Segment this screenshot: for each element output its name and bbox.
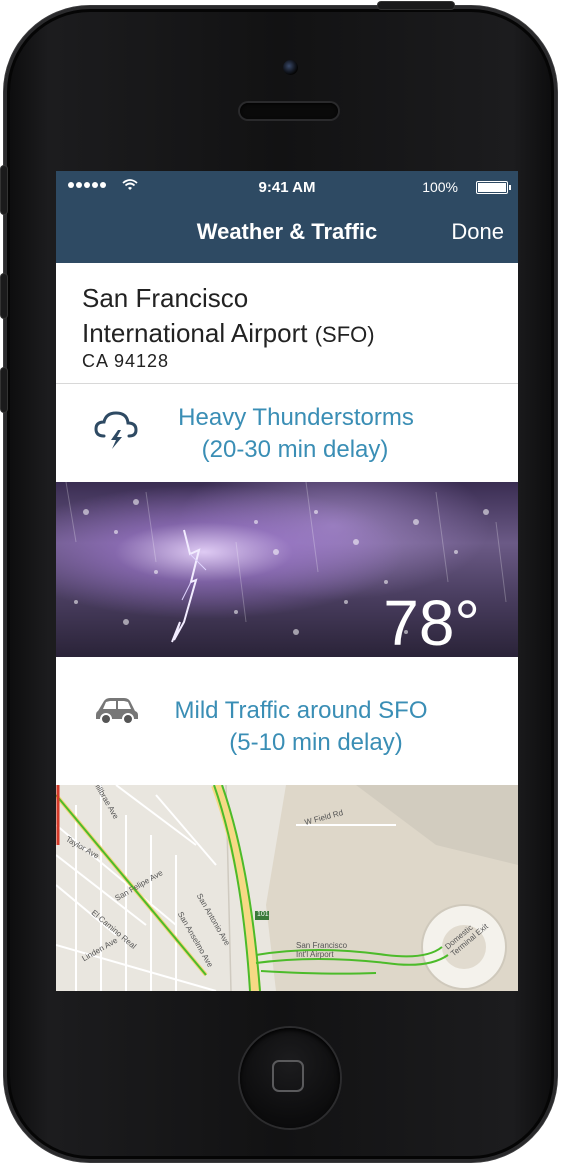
home-button[interactable] bbox=[240, 1028, 340, 1128]
traffic-delay: (5-10 min delay) bbox=[229, 729, 403, 756]
airport-code: (SFO) bbox=[314, 322, 375, 347]
done-button[interactable]: Done bbox=[451, 219, 504, 245]
volume-up-button bbox=[1, 274, 7, 318]
power-button bbox=[378, 2, 454, 9]
navigation-bar: 9:41 AM 100% Weather & Traffic Done bbox=[56, 171, 518, 263]
airport-name: San Francisco International Airport (SFO… bbox=[82, 281, 502, 352]
airport-name-line2-text: International Airport bbox=[82, 318, 308, 348]
traffic-map[interactable]: Millbrae Ave Taylor Ave San Felipe Ave E… bbox=[56, 785, 518, 991]
map-label: 101 bbox=[257, 911, 269, 918]
weather-delay: (20-30 min delay) bbox=[201, 436, 389, 463]
map-label: San Francisco Int'l Airport bbox=[296, 941, 348, 959]
front-camera bbox=[283, 60, 298, 75]
home-square-icon bbox=[272, 1060, 304, 1092]
traffic-status: Mild Traffic around SFO (5-10 min delay) bbox=[56, 657, 518, 785]
status-bar: 9:41 AM 100% bbox=[56, 171, 518, 203]
weather-condition: Heavy Thunderstorms bbox=[178, 404, 414, 431]
app-screen: 9:41 AM 100% Weather & Traffic Done San … bbox=[56, 171, 518, 991]
silent-switch bbox=[1, 166, 7, 214]
car-icon bbox=[96, 698, 138, 725]
thunderstorm-cloud-icon bbox=[94, 411, 138, 449]
airport-header: San Francisco International Airport (SFO… bbox=[56, 263, 518, 384]
weather-status: Heavy Thunderstorms (20-30 min delay) bbox=[56, 384, 518, 482]
airport-name-line1: San Francisco bbox=[82, 283, 249, 313]
airport-name-line2: International Airport (SFO) bbox=[82, 316, 502, 352]
temperature: 78° bbox=[383, 587, 480, 657]
airport-location: CA 94128 bbox=[82, 351, 170, 371]
traffic-condition: Mild Traffic around SFO bbox=[174, 697, 428, 724]
battery-percentage: 100% bbox=[422, 179, 458, 195]
volume-down-button bbox=[1, 368, 7, 412]
earpiece-speaker bbox=[240, 103, 338, 119]
weather-photo: 78° bbox=[56, 482, 518, 657]
battery-icon bbox=[476, 181, 511, 194]
page-title: Weather & Traffic bbox=[196, 219, 378, 244]
